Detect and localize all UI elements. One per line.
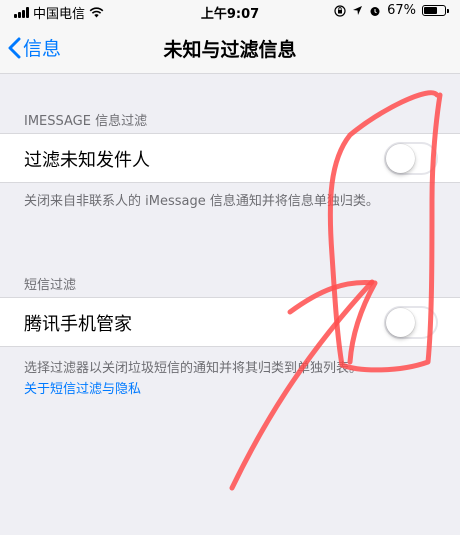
filter-unknown-senders-label: 过滤未知发件人 — [24, 150, 150, 171]
filter-unknown-senders-row[interactable]: 过滤未知发件人 — [0, 133, 460, 183]
sms-filter-privacy-link[interactable]: 关于短信过滤与隐私 — [24, 378, 141, 397]
lock-rotation-icon — [334, 4, 346, 17]
battery-icon — [422, 5, 449, 16]
sms-section-footer: 选择过滤器以关闭垃圾短信的通知并将其归类到单独列表。 — [24, 361, 363, 376]
page-title: 未知与过滤信息 — [163, 39, 297, 61]
toggle-knob — [386, 144, 415, 173]
status-bar: 中国电信 上午9:07 67% — [0, 0, 460, 22]
battery-fill — [424, 7, 438, 14]
screen: 中国电信 上午9:07 67% 信息 未知与过滤信息 IMESSAGE 信息过滤… — [0, 0, 460, 535]
imessage-section-footer: 关闭来自非联系人的 iMessage 信息通知并将信息单独归类。 — [24, 194, 379, 209]
sms-filter-app-toggle[interactable] — [384, 306, 438, 339]
imessage-section-header: IMESSAGE 信息过滤 — [24, 114, 148, 129]
battery-percent: 67% — [387, 3, 416, 18]
toggle-knob — [386, 308, 415, 337]
sms-filter-app-label: 腾讯手机管家 — [24, 314, 132, 335]
filter-unknown-senders-toggle[interactable] — [384, 142, 438, 175]
alarm-icon — [370, 6, 380, 16]
red-annotation-marks — [229, 90, 443, 491]
sms-filter-app-row[interactable]: 腾讯手机管家 — [0, 297, 460, 347]
location-icon — [353, 6, 363, 15]
status-right: 67% — [334, 3, 449, 18]
navigation-bar: 信息 未知与过滤信息 — [0, 22, 460, 74]
sms-section-header: 短信过滤 — [24, 278, 77, 293]
